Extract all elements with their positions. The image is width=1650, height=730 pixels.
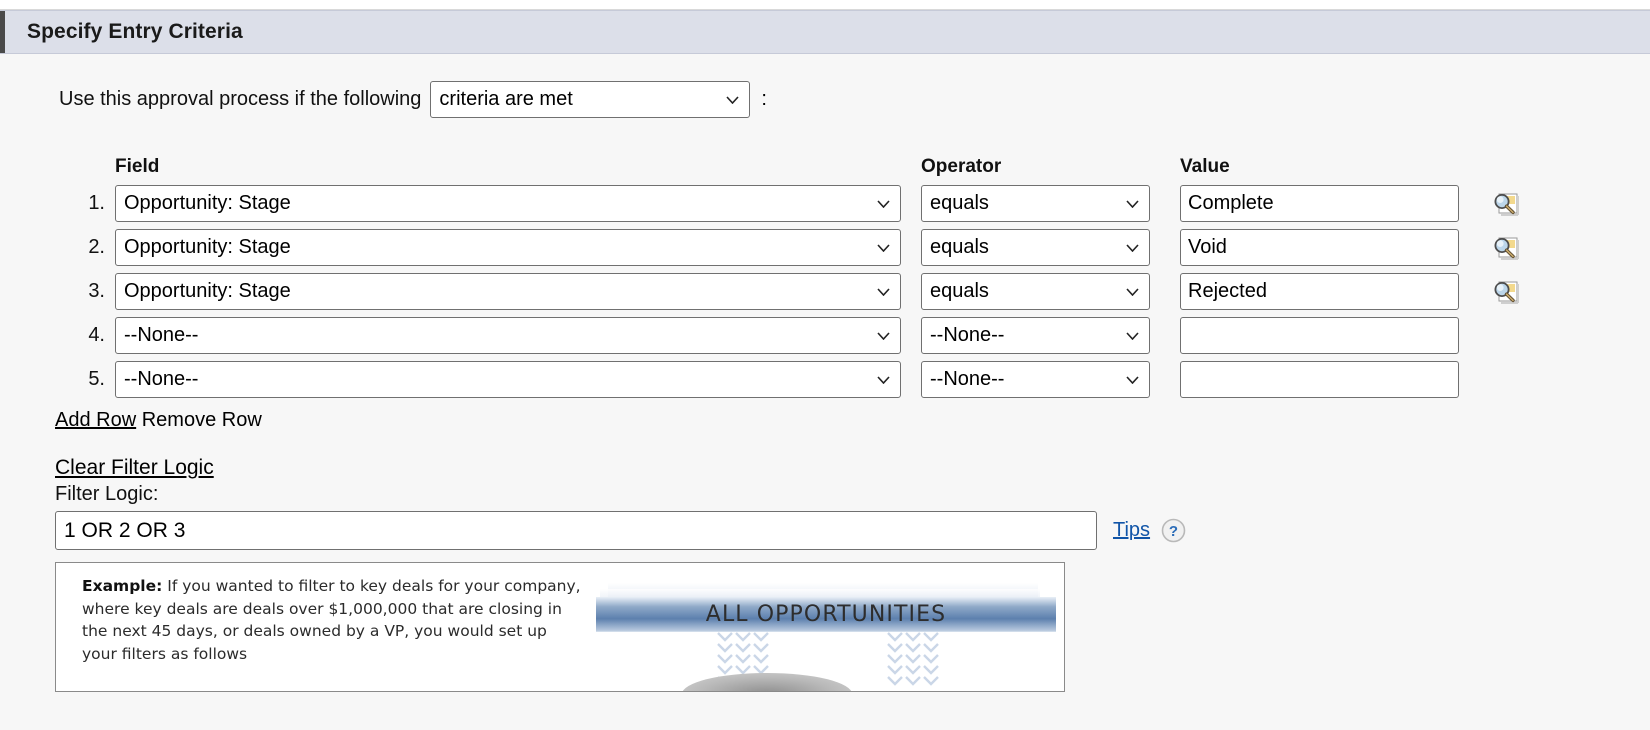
row-number: 4.	[88, 324, 105, 346]
row-number: 1.	[88, 192, 105, 214]
table-row: 2. Opportunity: Stage equals	[59, 229, 1550, 273]
header-number	[59, 156, 115, 185]
header-field: Field	[115, 156, 160, 177]
header-value: Value	[1180, 156, 1230, 177]
intro-row: Use this approval process if the followi…	[0, 54, 1650, 118]
field-select-wrap-4[interactable]: --None--	[115, 317, 901, 354]
row-number: 2.	[88, 236, 105, 258]
operator-select-wrap-1[interactable]: equals	[921, 185, 1150, 222]
section-header: Specify Entry Criteria	[0, 10, 1650, 54]
field-select-wrap-1[interactable]: Opportunity: Stage	[115, 185, 901, 222]
example-bold-prefix: Example:	[82, 577, 163, 595]
example-box: Example: If you wanted to filter to key …	[55, 562, 1065, 692]
row-actions: Add Row Remove Row	[55, 409, 1650, 432]
criteria-mode-select-wrap[interactable]: criteria are met	[430, 81, 751, 118]
example-text: Example: If you wanted to filter to key …	[82, 575, 582, 665]
all-opportunities-graphic: ALL OPPORTUNITIES	[596, 577, 1056, 691]
header-lookup	[1475, 156, 1550, 185]
operator-select-5[interactable]: --None--	[921, 361, 1150, 398]
criteria-body: Use this approval process if the followi…	[0, 54, 1650, 730]
intro-label: Use this approval process if the followi…	[59, 88, 422, 110]
operator-select-4[interactable]: --None--	[921, 317, 1150, 354]
page-title: Specify Entry Criteria	[27, 20, 243, 43]
header-operator: Operator	[921, 156, 1002, 177]
operator-select-2[interactable]: equals	[921, 229, 1150, 266]
field-select-5[interactable]: --None--	[115, 361, 901, 398]
field-select-4[interactable]: --None--	[115, 317, 901, 354]
field-select-2[interactable]: Opportunity: Stage	[115, 229, 901, 266]
operator-select-wrap-3[interactable]: equals	[921, 273, 1150, 310]
row-number: 5.	[88, 368, 105, 390]
add-row-link[interactable]: Add Row	[55, 409, 136, 431]
remove-row-link[interactable]: Remove Row	[142, 409, 262, 431]
lookup-magnifier-icon[interactable]	[1490, 277, 1520, 307]
operator-select-1[interactable]: equals	[921, 185, 1150, 222]
criteria-mode-select[interactable]: criteria are met	[430, 81, 751, 118]
lookup-magnifier-icon[interactable]	[1490, 189, 1520, 219]
graphic-chevrons-right	[886, 630, 944, 690]
table-row: 1. Opportunity: Stage equals	[59, 185, 1550, 229]
graphic-ellipse	[682, 673, 852, 691]
lookup-magnifier-icon[interactable]	[1490, 233, 1520, 263]
criteria-rows: 1. Opportunity: Stage equals 2. Opportunity:…	[59, 185, 1550, 405]
table-row: 5. --None-- --None--	[59, 361, 1550, 405]
field-select-1[interactable]: Opportunity: Stage	[115, 185, 901, 222]
filter-logic-input[interactable]	[55, 511, 1097, 550]
intro-colon: :	[761, 88, 767, 110]
value-input-5[interactable]	[1180, 361, 1459, 398]
filter-logic-label: Filter Logic:	[55, 483, 159, 505]
top-strip	[0, 0, 1650, 10]
value-input-3[interactable]	[1180, 273, 1459, 310]
value-input-2[interactable]	[1180, 229, 1459, 266]
graphic-banner-label: ALL OPPORTUNITIES	[705, 602, 947, 627]
clear-filter-logic-link[interactable]: Clear Filter Logic	[55, 456, 214, 480]
field-select-wrap-5[interactable]: --None--	[115, 361, 901, 398]
entry-criteria-table: Field Operator Value 1. Opportunity: Stag…	[59, 156, 1550, 405]
value-input-1[interactable]	[1180, 185, 1459, 222]
field-select-wrap-2[interactable]: Opportunity: Stage	[115, 229, 901, 266]
field-select-wrap-3[interactable]: Opportunity: Stage	[115, 273, 901, 310]
table-row: 3. Opportunity: Stage equals	[59, 273, 1550, 317]
operator-select-3[interactable]: equals	[921, 273, 1150, 310]
field-select-3[interactable]: Opportunity: Stage	[115, 273, 901, 310]
question-mark-help-icon[interactable]: ?	[1161, 518, 1186, 543]
operator-select-wrap-5[interactable]: --None--	[921, 361, 1150, 398]
table-row: 4. --None-- --None--	[59, 317, 1550, 361]
svg-text:?: ?	[1169, 523, 1178, 540]
row-number: 3.	[88, 280, 105, 302]
filter-logic-row: Tips ?	[55, 511, 1650, 550]
tips-link[interactable]: Tips	[1113, 519, 1150, 542]
operator-select-wrap-4[interactable]: --None--	[921, 317, 1150, 354]
clear-filter-logic-row: Clear Filter Logic	[0, 432, 1650, 480]
table-header-row: Field Operator Value	[59, 156, 1550, 185]
value-input-4[interactable]	[1180, 317, 1459, 354]
operator-select-wrap-2[interactable]: equals	[921, 229, 1150, 266]
